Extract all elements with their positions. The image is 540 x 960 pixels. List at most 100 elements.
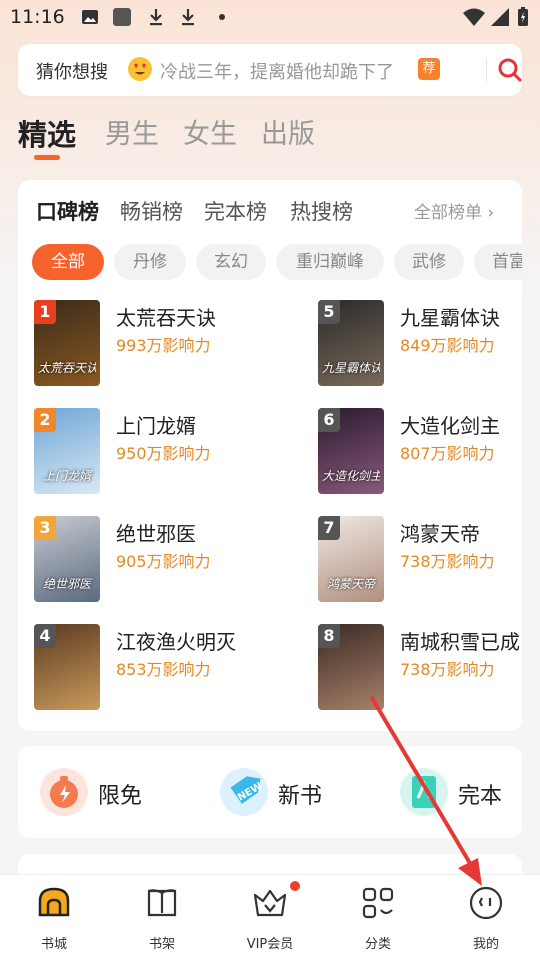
rank-tab-hot-search[interactable]: 热搜榜 — [290, 196, 353, 226]
divider — [486, 58, 487, 82]
book-influence: 849万影响力 — [400, 336, 495, 355]
book-title: 上门龙婿 — [116, 414, 196, 438]
cover-title-art: 大造化剑主 — [322, 469, 380, 483]
book-item[interactable]: 8 南城积雪已成 738万影响力 — [318, 624, 522, 710]
tab-male[interactable]: 男生 — [105, 112, 159, 151]
nav-category[interactable]: 分类 — [338, 883, 418, 953]
genre-chips: 全部 丹修 玄幻 重归巅峰 武修 首富 — [32, 244, 522, 280]
nav-label: VIP会员 — [246, 937, 294, 952]
cover-title-art: 太荒吞天诀 — [38, 361, 96, 375]
search-bar[interactable]: 猜你想搜 冷战三年，提离婚他却跪下了 荐 — [18, 44, 522, 96]
search-icon[interactable] — [496, 56, 524, 84]
book-title: 绝世邪医 — [116, 522, 196, 546]
book-influence: 807万影响力 — [400, 444, 495, 463]
book-cover: 6 大造化剑主 — [318, 408, 384, 494]
book-cover: 4 — [34, 624, 100, 710]
rank-tab-reputation[interactable]: 口碑榜 — [36, 196, 99, 226]
nav-label: 我的 — [472, 937, 499, 952]
chip-wuxiu[interactable]: 武修 — [394, 244, 464, 280]
book-title: 江夜渔火明灭 — [116, 630, 236, 654]
nav-bookstore[interactable]: 书城 — [14, 883, 94, 953]
all-rankings-link[interactable]: 全部榜单 › — [414, 198, 494, 223]
new-books-shortcut[interactable]: NEW 新书 — [220, 768, 350, 816]
shortcut-label: 新书 — [278, 784, 323, 809]
tab-featured[interactable]: 精选 — [18, 112, 76, 154]
rank-badge: 8 — [318, 624, 340, 648]
book-influence: 950万影响力 — [116, 444, 211, 463]
heart-eyes-emoji-icon — [128, 57, 152, 81]
book-cover: 7 鸿蒙天帝 — [318, 516, 384, 602]
book-cover: 2 上门龙婿 — [34, 408, 100, 494]
nav-label: 书城 — [40, 937, 67, 952]
cover-title-art: 上门龙婿 — [42, 469, 91, 483]
stopwatch-icon — [40, 768, 88, 816]
rank-tab-bestseller[interactable]: 畅销榜 — [120, 196, 183, 226]
book-cover: 1 太荒吞天诀 — [34, 300, 100, 386]
book-cover: 5 九星霸体诀 — [318, 300, 384, 386]
book-title: 大造化剑主 — [400, 414, 500, 438]
book-item[interactable]: 6 大造化剑主 大造化剑主 807万影响力 — [318, 408, 522, 494]
completed-shortcut[interactable]: 完本 — [400, 768, 520, 816]
image-icon — [80, 7, 100, 27]
shortcut-card: 限免 NEW 新书 完本 — [18, 746, 522, 838]
profile-icon — [468, 885, 504, 921]
nav-vip[interactable]: VIP会员 — [230, 881, 310, 953]
book-influence: 993万影响力 — [116, 336, 211, 355]
chip-xuanhuan[interactable]: 玄幻 — [196, 244, 266, 280]
book-title: 南城积雪已成 — [400, 630, 520, 654]
dot-icon — [212, 7, 232, 27]
book-cover: 3 绝世邪医 — [34, 516, 100, 602]
cover-title-art: 鸿蒙天帝 — [326, 577, 375, 591]
chip-danxiu[interactable]: 丹修 — [114, 244, 186, 280]
rank-badge: 2 — [34, 408, 56, 432]
notification-dot — [290, 881, 300, 891]
rank-badge: 4 — [34, 624, 56, 648]
book-complete-icon — [400, 768, 448, 816]
book-item[interactable]: 7 鸿蒙天帝 鸿蒙天帝 738万影响力 — [318, 516, 522, 602]
bookstore-icon — [36, 885, 72, 921]
rank-badge: 7 — [318, 516, 340, 540]
active-tab-indicator — [34, 155, 60, 160]
status-bar: 11:16 — [0, 0, 540, 36]
book-title: 太荒吞天诀 — [116, 306, 216, 330]
tab-female[interactable]: 女生 — [183, 112, 237, 151]
bottom-navigation: 书城 书架 VIP会员 分类 我的 — [0, 874, 540, 960]
nav-bookshelf[interactable]: 书架 — [122, 883, 202, 953]
book-influence: 905万影响力 — [116, 552, 211, 571]
search-hint: 猜你想搜 — [36, 62, 108, 83]
rank-badge: 5 — [318, 300, 340, 324]
recommend-badge: 荐 — [418, 58, 440, 80]
ranking-card: 口碑榜 畅销榜 完本榜 热搜榜 全部榜单 › 全部 丹修 玄幻 重归巅峰 武修 … — [18, 180, 522, 731]
shortcut-label: 限免 — [98, 784, 143, 809]
chip-shoufu[interactable]: 首富 — [474, 244, 522, 280]
book-item[interactable]: 4 江夜渔火明灭 853万影响力 — [34, 624, 274, 710]
book-item[interactable]: 1 太荒吞天诀 太荒吞天诀 993万影响力 — [34, 300, 274, 386]
rank-badge: 1 — [34, 300, 56, 324]
rank-tab-completed[interactable]: 完本榜 — [204, 196, 267, 226]
signal-icon — [490, 7, 510, 27]
nav-profile[interactable]: 我的 — [446, 883, 526, 953]
wifi-icon — [462, 7, 486, 27]
book-title: 鸿蒙天帝 — [400, 522, 480, 546]
vip-crown-icon — [252, 885, 288, 921]
shortcut-label: 完本 — [458, 784, 503, 809]
nav-label: 书架 — [148, 937, 175, 952]
rank-badge: 3 — [34, 516, 56, 540]
book-influence: 738万影响力 — [400, 552, 495, 571]
free-limited-shortcut[interactable]: 限免 — [40, 768, 170, 816]
download-icon — [178, 7, 198, 27]
chip-chonggui[interactable]: 重归巅峰 — [276, 244, 384, 280]
tab-publish[interactable]: 出版 — [261, 112, 315, 151]
bookshelf-icon — [144, 885, 180, 921]
book-item[interactable]: 5 九星霸体诀 九星霸体诀 849万影响力 — [318, 300, 522, 386]
cover-title-art: 九星霸体诀 — [322, 361, 380, 375]
book-item[interactable]: 3 绝世邪医 绝世邪医 905万影响力 — [34, 516, 274, 602]
status-time: 11:16 — [10, 6, 65, 28]
search-suggested-query[interactable]: 冷战三年，提离婚他却跪下了 — [160, 58, 394, 84]
book-item[interactable]: 2 上门龙婿 上门龙婿 950万影响力 — [34, 408, 274, 494]
nav-label: 分类 — [364, 937, 391, 952]
book-cover: 8 — [318, 624, 384, 710]
chip-all[interactable]: 全部 — [32, 244, 104, 280]
rank-badge: 6 — [318, 408, 340, 432]
cover-title-art: 绝世邪医 — [42, 577, 91, 591]
